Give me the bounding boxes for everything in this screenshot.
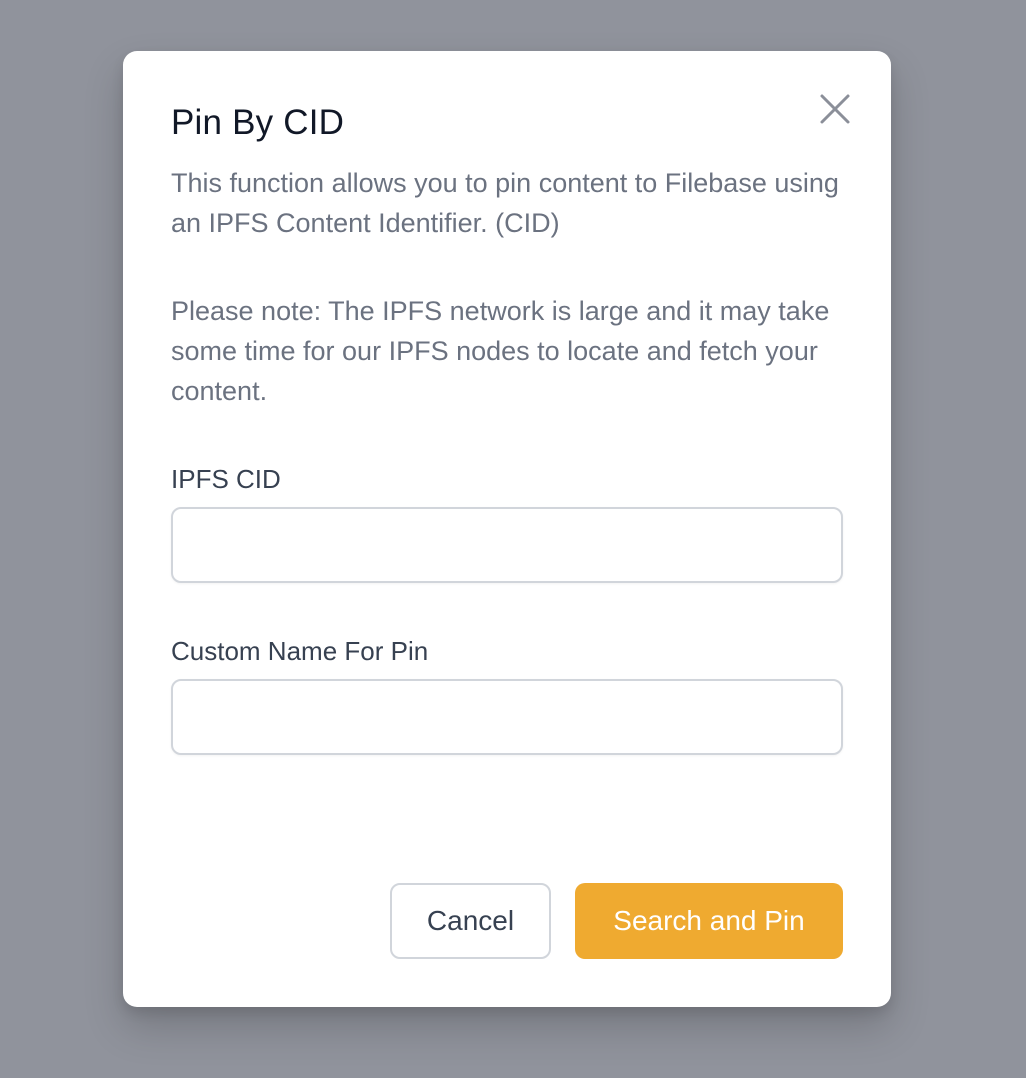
close-icon [820, 94, 850, 124]
custom-name-label: Custom Name For Pin [171, 636, 429, 666]
modal-description: This function allows you to pin content … [171, 168, 839, 238]
custom-name-input[interactable] [171, 679, 843, 755]
ipfs-cid-input[interactable] [171, 507, 843, 583]
ipfs-cid-label: IPFS CID [171, 464, 281, 494]
close-button[interactable] [813, 87, 857, 131]
modal-title: Pin By CID [171, 103, 345, 142]
search-and-pin-button[interactable]: Search and Pin [575, 883, 843, 959]
modal-note: Please note: The IPFS network is large a… [171, 296, 830, 406]
cancel-button[interactable]: Cancel [390, 883, 551, 959]
pin-by-cid-modal: Pin By CID This function allows you to p… [123, 51, 891, 1007]
